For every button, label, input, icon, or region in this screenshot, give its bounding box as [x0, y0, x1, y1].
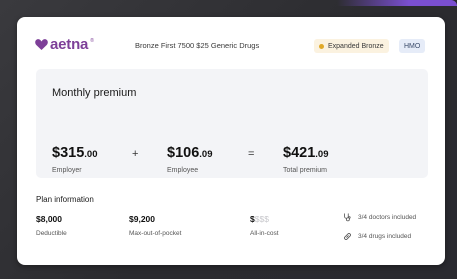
plan-info-title: Plan information — [36, 195, 94, 204]
employee-cents: .09 — [199, 149, 213, 160]
logo-trademark: ® — [90, 38, 94, 44]
premium-title: Monthly premium — [52, 87, 137, 99]
plan-card[interactable]: aetna ® Bronze First 7500 $25 Generic Dr… — [17, 17, 445, 265]
plus-sign: + — [132, 148, 139, 160]
deductible-value: $8,000 — [36, 214, 62, 224]
employer-amount: $315.00 — [52, 145, 97, 161]
all-in-cost-dim: $$$ — [254, 214, 269, 224]
metal-tier-label: Expanded Bronze — [328, 42, 384, 50]
max-oop-label: Max-out-of-pocket — [129, 230, 182, 237]
employer-cents: .00 — [84, 149, 98, 160]
all-in-cost-rating: $$$$ — [250, 214, 269, 224]
network-type-label: HMO — [404, 42, 421, 50]
total-amount: $421.09 — [283, 145, 328, 161]
employer-dollars: $315 — [52, 145, 85, 161]
plan-card-header: aetna ® Bronze First 7500 $25 Generic Dr… — [17, 17, 445, 75]
bronze-dot-icon — [319, 43, 324, 49]
employee-dollars: $106 — [167, 145, 200, 161]
metal-tier-badge: Expanded Bronze — [314, 39, 389, 53]
monthly-premium-panel: Monthly premium $315.00 Employer + $106.… — [36, 69, 428, 178]
stethoscope-icon — [343, 213, 352, 222]
equals-sign: = — [248, 148, 255, 160]
logo-text: aetna — [50, 36, 89, 53]
all-in-cost-label: All-in-cost — [250, 230, 279, 237]
aetna-logo: aetna ® — [35, 36, 94, 53]
total-dollars: $421 — [283, 145, 316, 161]
doctors-included-text: 3/4 doctors included — [358, 214, 417, 221]
heart-icon — [35, 39, 48, 50]
plan-name: Bronze First 7500 $25 Generic Drugs — [135, 41, 260, 50]
network-type-badge: HMO — [399, 39, 426, 53]
doctors-included: 3/4 doctors included — [343, 213, 416, 222]
drugs-included-text: 3/4 drugs included — [358, 233, 412, 240]
employee-label: Employee — [167, 167, 199, 174]
pill-icon — [343, 232, 352, 241]
deductible-label: Deductible — [36, 230, 67, 237]
total-label: Total premium — [283, 167, 327, 174]
employer-label: Employer — [52, 167, 82, 174]
window-accent-glow — [337, 0, 457, 6]
max-oop-value: $9,200 — [129, 214, 155, 224]
drugs-included: 3/4 drugs included — [343, 232, 411, 241]
total-cents: .09 — [315, 149, 329, 160]
employee-amount: $106.09 — [167, 145, 212, 161]
